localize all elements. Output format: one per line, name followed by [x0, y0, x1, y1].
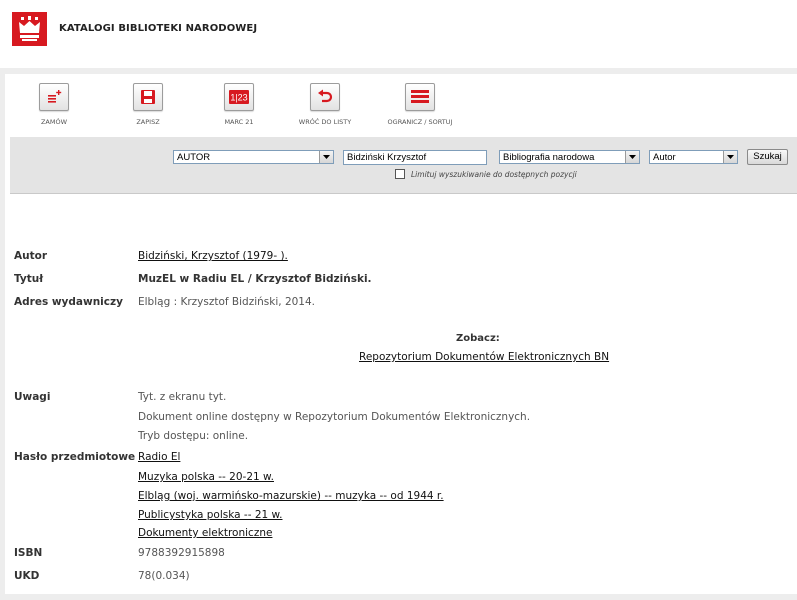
- site-header: KATALOGI BIBLIOTEKI NARODOWEJ: [0, 0, 797, 68]
- back-arrow-icon: [310, 83, 340, 111]
- publisher-label: Adres wydawniczy: [14, 296, 123, 308]
- order-list-icon: [39, 83, 69, 111]
- limit-available-option: Limituj wyszukiwanie do dostępnych pozyc…: [395, 169, 577, 179]
- subject-item: Publicystyka polska -- 21 w.: [138, 509, 282, 521]
- subject-link[interactable]: Elbląg (woj. warmińsko-mazurskie) -- muz…: [138, 490, 444, 502]
- marc21-label: MARC 21: [224, 118, 254, 126]
- crown-logo-icon[interactable]: [12, 12, 47, 46]
- limit-available-checkbox[interactable]: [395, 169, 405, 179]
- chevron-down-icon[interactable]: [723, 151, 737, 163]
- limit-available-label: Limituj wyszukiwanie do dostępnych pozyc…: [411, 169, 577, 179]
- filter-sort-button[interactable]: OGRANICZ / SORTUJ: [380, 83, 460, 126]
- save-button[interactable]: ZAPISZ: [108, 83, 188, 126]
- subject-link[interactable]: Dokumenty elektroniczne: [138, 527, 272, 539]
- author-link[interactable]: Bidziński, Krzysztof (1979- ).: [138, 250, 288, 262]
- notes-label: Uwagi: [14, 391, 51, 403]
- subject-heading-label: Hasło przedmiotowe: [14, 451, 136, 463]
- chevron-down-icon[interactable]: [625, 151, 639, 163]
- search-field-select[interactable]: AUTOR: [173, 150, 334, 164]
- back-to-list-button[interactable]: WRÓĆ DO LISTY: [285, 83, 365, 126]
- subject-link[interactable]: Publicystyka polska -- 21 w.: [138, 509, 282, 521]
- see-also-heading: Zobacz:: [456, 333, 500, 344]
- order-label: ZAMÓW: [40, 118, 68, 126]
- filter-sort-label: OGRANICZ / SORTUJ: [387, 118, 453, 126]
- marc21-button[interactable]: 1|23 MARC 21: [199, 83, 279, 126]
- publisher-value: Elbląg : Krzysztof Bidziński, 2014.: [138, 296, 316, 308]
- subject-item: Radio El: [138, 451, 180, 463]
- repository-value: Repozytorium Dokumentów Elektronicznych …: [359, 351, 609, 363]
- title-label: Tytuł: [14, 273, 44, 285]
- notes-line: Tyt. z ekranu tyt.: [138, 391, 227, 403]
- sort-value: Autor: [653, 152, 676, 163]
- author-label: Autor: [14, 250, 48, 262]
- subject-item: Elbląg (woj. warmińsko-mazurskie) -- muz…: [138, 490, 444, 502]
- list-icon: [405, 83, 435, 111]
- ukd-value: 78(0.034): [138, 570, 190, 582]
- subject-item: Dokumenty elektroniczne: [138, 527, 272, 539]
- back-to-list-label: WRÓĆ DO LISTY: [298, 118, 352, 126]
- save-label: ZAPISZ: [136, 118, 160, 126]
- marc-icon: 1|23: [224, 83, 254, 111]
- subject-item: Muzyka polska -- 20-21 w.: [138, 471, 274, 483]
- save-icon: [133, 83, 163, 111]
- search-field-value: AUTOR: [177, 152, 211, 163]
- search-input[interactable]: Bidziński Krzysztof: [343, 150, 487, 165]
- isbn-label: ISBN: [14, 547, 43, 559]
- repository-link[interactable]: Repozytorium Dokumentów Elektronicznych …: [359, 351, 609, 363]
- catalog-page: KATALOGI BIBLIOTEKI NARODOWEJ ZAMÓW ZAPI…: [0, 0, 797, 600]
- search-bar: AUTOR Bidziński Krzysztof Bibliografia n…: [10, 137, 797, 194]
- author-value: Bidziński, Krzysztof (1979- ).: [138, 250, 288, 262]
- sort-select[interactable]: Autor: [649, 150, 738, 164]
- notes-line: Dokument online dostępny w Repozytorium …: [138, 411, 531, 423]
- record-panel: ZAMÓW ZAPISZ 1|23 MARC 21 WRÓĆ DO LISTY …: [5, 74, 797, 594]
- database-value: Bibliografia narodowa: [503, 152, 595, 163]
- search-button[interactable]: Szukaj: [747, 149, 788, 165]
- isbn-value: 9788392915898: [138, 547, 225, 559]
- subject-link[interactable]: Muzyka polska -- 20-21 w.: [138, 471, 274, 483]
- database-select[interactable]: Bibliografia narodowa: [499, 150, 640, 164]
- chevron-down-icon[interactable]: [319, 151, 333, 163]
- order-button[interactable]: ZAMÓW: [14, 83, 94, 126]
- notes-line: Tryb dostępu: online.: [138, 430, 249, 442]
- subject-link[interactable]: Radio El: [138, 451, 180, 463]
- svg-text:1|23: 1|23: [230, 93, 247, 103]
- ukd-label: UKD: [14, 570, 40, 582]
- site-title[interactable]: KATALOGI BIBLIOTEKI NARODOWEJ: [59, 23, 257, 34]
- title-value: MuzEL w Radiu EL / Krzysztof Bidziński.: [138, 273, 372, 285]
